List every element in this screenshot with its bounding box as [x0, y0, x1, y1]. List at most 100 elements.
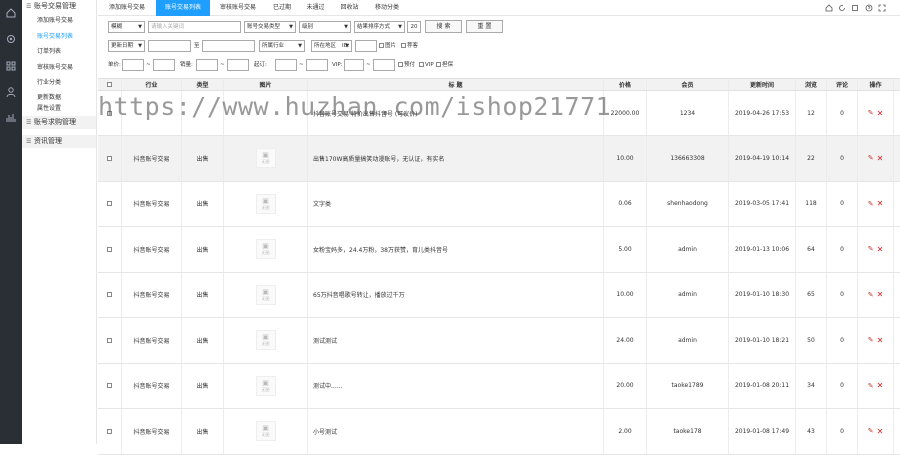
cell-title[interactable]: 测试中......: [308, 363, 604, 408]
row-checkbox[interactable]: [98, 181, 122, 226]
gear-icon[interactable]: [5, 33, 17, 45]
vip-checkbox[interactable]: VIP: [419, 62, 434, 68]
sidebar-group-purchase[interactable]: ☰ 账号求购管理: [22, 115, 96, 129]
edit-icon[interactable]: ✎: [868, 109, 874, 117]
recommend-checkbox[interactable]: 荐客: [401, 43, 418, 49]
price-min-input[interactable]: [122, 59, 144, 71]
type-select[interactable]: 账号交易类型 ▼: [244, 21, 296, 33]
cell-title[interactable]: 出售170W高质量搞笑动漫账号，无认证，有实名: [308, 136, 604, 181]
row-checkbox[interactable]: [98, 91, 122, 135]
sidebar-item-trade-list[interactable]: 账号交易列表: [22, 29, 96, 45]
delete-icon[interactable]: ✕: [877, 199, 884, 208]
row-checkbox[interactable]: [98, 318, 122, 363]
date-to-input[interactable]: [202, 40, 255, 52]
cell-title[interactable]: 文字类: [308, 181, 604, 226]
home-icon[interactable]: [825, 4, 833, 12]
edit-icon[interactable]: ✎: [868, 427, 874, 435]
industry-select[interactable]: 所属行业 ▼: [259, 40, 305, 52]
keyword-input[interactable]: 请输入关键词: [148, 21, 241, 33]
tab-list[interactable]: 账号交易列表: [156, 0, 210, 16]
no-image-thumbnail[interactable]: ▣ 无图: [255, 421, 276, 442]
sales-min-input[interactable]: [196, 59, 218, 71]
tab-rejected[interactable]: 未通过: [298, 0, 333, 16]
row-checkbox[interactable]: [98, 272, 122, 317]
sidebar-item-orders[interactable]: 订单列表: [22, 44, 96, 60]
no-image-thumbnail[interactable]: ▣ 无图: [255, 375, 276, 396]
min-order-min-input[interactable]: [275, 59, 297, 71]
tab-audit[interactable]: 审核账号交易: [210, 0, 266, 16]
no-image-thumbnail[interactable]: ▣ 无图: [255, 148, 276, 169]
home-icon[interactable]: [5, 7, 17, 19]
edit-icon[interactable]: ✎: [868, 245, 874, 253]
sidebar-item-add-trade[interactable]: 添加账号交易: [22, 13, 96, 29]
row-checkbox[interactable]: [98, 136, 122, 181]
no-image-thumbnail[interactable]: ▣ 无图: [255, 193, 276, 214]
delete-icon[interactable]: ✕: [877, 381, 884, 390]
expand-icon[interactable]: [878, 4, 886, 12]
delete-icon[interactable]: ✕: [877, 336, 884, 345]
cell-title[interactable]: 抖音账号交易 特价出售抖音号 (可议价): [308, 91, 604, 135]
cell-title[interactable]: 小号测试: [308, 409, 604, 454]
cell-member[interactable]: admin: [647, 227, 729, 272]
field-select[interactable]: 模糊 ▼: [108, 21, 145, 33]
edit-icon[interactable]: ✎: [868, 291, 874, 299]
tab-add[interactable]: 添加账号交易: [98, 0, 156, 16]
row-checkbox[interactable]: [98, 227, 122, 272]
cell-member[interactable]: taoke1789: [647, 363, 729, 408]
cell-title[interactable]: 测试测试: [308, 318, 604, 363]
id-input[interactable]: [355, 40, 377, 52]
chart-icon[interactable]: [5, 112, 17, 124]
vip-max-input[interactable]: [373, 59, 395, 71]
date-type-select[interactable]: 更新日期 ▼: [108, 40, 145, 52]
row-checkbox[interactable]: [98, 363, 122, 408]
cell-member[interactable]: admin: [647, 318, 729, 363]
sidebar-group-account-trade[interactable]: ☰ 账号交易管理: [22, 0, 96, 13]
prepay-checkbox[interactable]: 预付: [398, 62, 415, 68]
search-button[interactable]: 搜 索: [425, 20, 462, 33]
edit-icon[interactable]: ✎: [868, 382, 874, 390]
fullscreen-icon[interactable]: [851, 4, 859, 12]
edit-icon[interactable]: ✎: [868, 336, 874, 344]
no-image-thumbnail[interactable]: ▣ 无图: [255, 330, 276, 351]
cell-member[interactable]: admin: [647, 272, 729, 317]
sales-max-input[interactable]: [227, 59, 249, 71]
row-checkbox[interactable]: [98, 409, 122, 454]
reset-button[interactable]: 重 置: [466, 20, 503, 33]
help-icon[interactable]: [865, 4, 873, 12]
guarantee-checkbox[interactable]: 担保: [436, 62, 453, 68]
pic-checkbox[interactable]: 图片: [379, 43, 396, 49]
pagesize-input[interactable]: 20: [407, 21, 421, 33]
tab-move[interactable]: 移动分类: [366, 0, 408, 16]
date-from-input[interactable]: [148, 40, 191, 52]
sidebar-item-update[interactable]: 更新数据: [22, 91, 96, 105]
grid-icon[interactable]: [5, 60, 17, 72]
sidebar-item-attributes[interactable]: 属性设置: [22, 105, 96, 116]
refresh-icon[interactable]: [838, 4, 846, 12]
delete-icon[interactable]: ✕: [877, 245, 884, 254]
min-order-max-input[interactable]: [306, 59, 328, 71]
tab-recycle[interactable]: 回收站: [333, 0, 366, 16]
edit-icon[interactable]: ✎: [868, 200, 874, 208]
delete-icon[interactable]: ✕: [877, 109, 884, 118]
delete-icon[interactable]: ✕: [877, 427, 884, 436]
delete-icon[interactable]: ✕: [877, 154, 884, 163]
cell-member[interactable]: taoke178: [647, 409, 729, 454]
price-max-input[interactable]: [153, 59, 175, 71]
cell-title[interactable]: 65万抖音唱歌号转让，播放过千万: [308, 272, 604, 317]
vip-min-input[interactable]: [344, 59, 364, 71]
delete-icon[interactable]: ✕: [877, 290, 884, 299]
sidebar-item-industry[interactable]: 行业分类: [22, 75, 96, 91]
cell-member[interactable]: 136663308: [647, 136, 729, 181]
no-image-thumbnail[interactable]: ▣ 无图: [255, 284, 276, 305]
level-select[interactable]: 级别 ▼: [299, 21, 351, 33]
user-icon[interactable]: [5, 86, 17, 98]
sidebar-item-audit[interactable]: 审核账号交易: [22, 60, 96, 76]
sort-select[interactable]: 结果排序方式 ▼: [354, 21, 405, 33]
sidebar-group-news[interactable]: ☰ 资讯管理: [22, 134, 96, 148]
edit-icon[interactable]: ✎: [868, 154, 874, 162]
cell-member[interactable]: 1234: [647, 91, 729, 135]
cell-title[interactable]: 女粉宝妈多，24.4万粉，38万获赞，育儿类抖音号: [308, 227, 604, 272]
cell-member[interactable]: shenhaodong: [647, 181, 729, 226]
no-image-thumbnail[interactable]: ▣ 无图: [255, 239, 276, 260]
header-select-all[interactable]: [98, 79, 122, 90]
